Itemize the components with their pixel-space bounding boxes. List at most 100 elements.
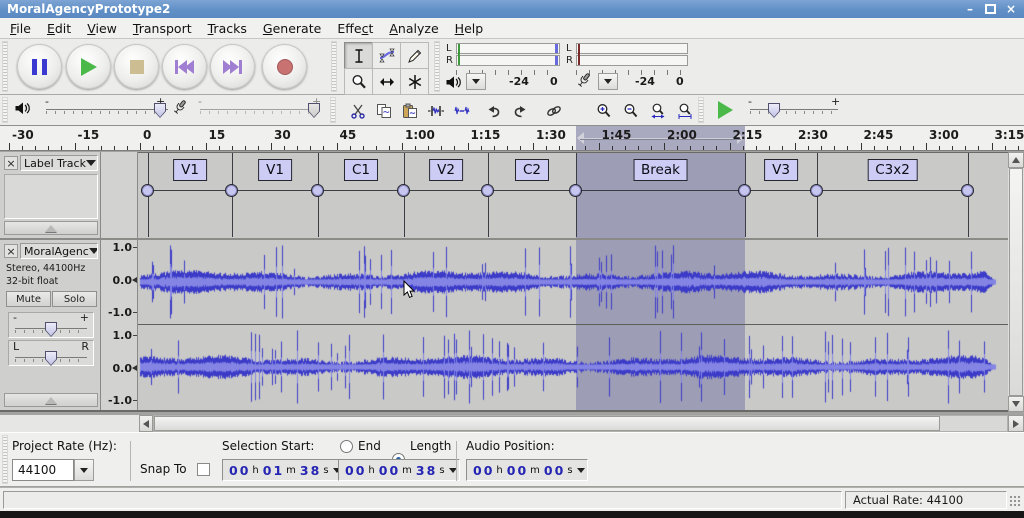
close-button[interactable]: × bbox=[1004, 2, 1018, 16]
cut-button[interactable] bbox=[346, 99, 370, 123]
skip-to-start-button[interactable] bbox=[162, 44, 207, 89]
time-digits[interactable]: 38 bbox=[300, 463, 321, 478]
label-text-v2[interactable]: V2 bbox=[429, 159, 463, 181]
scroll-up-button[interactable] bbox=[1008, 152, 1024, 168]
audio-position-field[interactable]: 00h00m00s bbox=[466, 459, 588, 481]
label-drag-handle[interactable] bbox=[225, 184, 238, 197]
paste-button[interactable] bbox=[398, 99, 422, 123]
time-digits[interactable]: 00 bbox=[229, 463, 250, 478]
vertical-scrollbar-thumb[interactable] bbox=[1009, 168, 1023, 396]
time-digits[interactable]: 00 bbox=[345, 463, 366, 478]
zoom-fit-button[interactable] bbox=[673, 99, 697, 123]
label-drag-handle[interactable] bbox=[141, 184, 154, 197]
playback-speed-thumb[interactable] bbox=[768, 103, 780, 118]
play-meter-right-bar[interactable] bbox=[456, 55, 560, 66]
trim-button[interactable] bbox=[424, 99, 448, 123]
label-drag-handle[interactable] bbox=[738, 184, 751, 197]
label-track-title-menu[interactable]: Label Track bbox=[20, 155, 98, 171]
time-digits[interactable]: 00 bbox=[544, 463, 565, 478]
menu-edit[interactable]: Edit bbox=[47, 21, 71, 36]
menu-view[interactable]: View bbox=[87, 21, 117, 36]
sync-lock-button[interactable] bbox=[542, 99, 566, 123]
time-digits[interactable]: 00 bbox=[507, 463, 528, 478]
menu-help[interactable]: Help bbox=[455, 21, 484, 36]
label-text-v1[interactable]: V1 bbox=[258, 159, 292, 181]
input-volume-slider[interactable] bbox=[200, 109, 320, 110]
zoom-out-button[interactable] bbox=[619, 99, 643, 123]
play-meter-dropdown[interactable] bbox=[466, 73, 486, 90]
selection-start-field[interactable]: 00h01m38s bbox=[222, 459, 344, 481]
audio-track-collapse-button[interactable] bbox=[4, 393, 98, 407]
label-text-c2[interactable]: C2 bbox=[515, 159, 549, 181]
label-drag-handle[interactable] bbox=[481, 184, 494, 197]
input-volume-thumb[interactable] bbox=[308, 103, 320, 118]
output-volume-slider[interactable] bbox=[46, 109, 168, 110]
resize-grip[interactable] bbox=[1009, 495, 1021, 507]
record-button[interactable] bbox=[262, 44, 307, 89]
time-digits[interactable]: 01 bbox=[263, 463, 284, 478]
label-drag-handle[interactable] bbox=[569, 184, 582, 197]
menu-file[interactable]: File bbox=[10, 21, 31, 36]
record-meter-left-bar[interactable] bbox=[576, 43, 688, 54]
gain-slider-thumb[interactable] bbox=[45, 322, 57, 337]
snap-to-checkbox[interactable] bbox=[197, 463, 210, 476]
toolbar-grip[interactable] bbox=[330, 97, 336, 123]
silence-button[interactable] bbox=[450, 99, 474, 123]
stop-button[interactable] bbox=[114, 44, 159, 89]
vertical-scale-ruler[interactable]: 1.00.0-1.01.00.0-1.0 bbox=[101, 240, 138, 410]
toolbar-grip[interactable] bbox=[2, 41, 8, 92]
title-bar[interactable]: MoralAgencyPrototype2 – × bbox=[0, 0, 1024, 18]
label-text-c3x2[interactable]: C3x2 bbox=[867, 159, 918, 181]
selection-tool-button[interactable] bbox=[344, 42, 373, 69]
horizontal-scrollbar-thumb[interactable] bbox=[154, 416, 940, 431]
scroll-down-button[interactable] bbox=[1008, 396, 1024, 412]
undo-button[interactable] bbox=[482, 99, 506, 123]
menu-generate[interactable]: Generate bbox=[263, 21, 321, 36]
play-at-speed-button[interactable] bbox=[710, 98, 740, 122]
solo-button[interactable]: Solo bbox=[52, 291, 97, 307]
label-track-collapse-button[interactable] bbox=[4, 221, 98, 235]
envelope-tool-button[interactable] bbox=[372, 42, 401, 69]
pan-slider-thumb[interactable] bbox=[45, 351, 57, 366]
maximize-button[interactable] bbox=[985, 4, 996, 14]
scroll-right-button[interactable] bbox=[1008, 415, 1024, 432]
menu-effect[interactable]: Effect bbox=[337, 21, 373, 36]
menu-analyze[interactable]: Analyze bbox=[389, 21, 438, 36]
menu-tracks[interactable]: Tracks bbox=[208, 21, 247, 36]
project-rate-dropdown[interactable] bbox=[74, 459, 94, 481]
waveform-content[interactable] bbox=[138, 240, 1008, 410]
audio-track-close-button[interactable]: × bbox=[4, 244, 18, 258]
stereo-waveform[interactable] bbox=[138, 240, 1008, 410]
audio-track-title-menu[interactable]: MoralAgenc bbox=[20, 243, 98, 259]
toolbar-grip[interactable] bbox=[2, 97, 8, 123]
timeshift-tool-button[interactable] bbox=[372, 68, 401, 95]
toolbar-grip[interactable] bbox=[698, 97, 704, 123]
copy-button[interactable] bbox=[372, 99, 396, 123]
label-text-v3[interactable]: V3 bbox=[764, 159, 798, 181]
toolbar-grip[interactable] bbox=[331, 41, 337, 92]
label-track-close-button[interactable]: × bbox=[4, 156, 18, 170]
zoom-in-button[interactable] bbox=[592, 99, 616, 123]
label-text-c1[interactable]: C1 bbox=[344, 159, 378, 181]
timeline-ruler[interactable]: -30-1501530451:001:151:301:452:002:152:3… bbox=[0, 126, 1024, 151]
play-meter-left-bar[interactable] bbox=[456, 43, 560, 54]
label-drag-handle[interactable] bbox=[397, 184, 410, 197]
selection-length-field[interactable]: 00h00m38s bbox=[338, 459, 460, 481]
vertical-scrollbar[interactable] bbox=[1008, 152, 1024, 412]
time-digits[interactable]: 00 bbox=[473, 463, 494, 478]
draw-tool-button[interactable] bbox=[400, 42, 429, 69]
toolbar-grip[interactable] bbox=[2, 435, 8, 484]
time-digits[interactable]: 00 bbox=[379, 463, 400, 478]
label-text-break[interactable]: Break bbox=[633, 159, 688, 181]
chevron-down-icon[interactable] bbox=[577, 468, 585, 473]
redo-button[interactable] bbox=[508, 99, 532, 123]
skip-to-end-button[interactable] bbox=[210, 44, 255, 89]
project-rate-combobox[interactable]: 44100 bbox=[12, 459, 74, 481]
record-meter-dropdown[interactable] bbox=[598, 73, 618, 90]
label-text-v1[interactable]: V1 bbox=[173, 159, 207, 181]
output-volume-thumb[interactable] bbox=[154, 103, 166, 118]
mute-button[interactable]: Mute bbox=[6, 291, 51, 307]
toolbar-grip[interactable] bbox=[434, 41, 440, 92]
end-radio[interactable] bbox=[340, 440, 353, 453]
horizontal-scrollbar[interactable] bbox=[0, 415, 1024, 432]
